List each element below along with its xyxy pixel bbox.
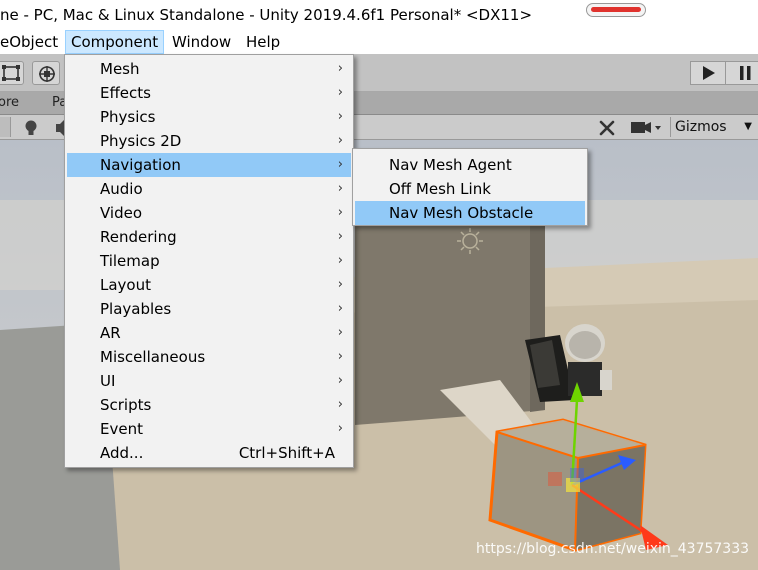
play-icon xyxy=(703,66,715,80)
pause-icon xyxy=(740,66,751,80)
submenu-item-nav-mesh-agent[interactable]: Nav Mesh Agent xyxy=(355,153,585,177)
chevron-right-icon: › xyxy=(337,373,343,388)
window-title: ne - PC, Mac & Linux Standalone - Unity … xyxy=(0,6,533,24)
pause-button[interactable] xyxy=(726,62,758,84)
chevron-right-icon: › xyxy=(337,181,343,196)
tab-store[interactable]: ore xyxy=(0,95,19,110)
submenu-item-label: Off Mesh Link xyxy=(389,180,491,198)
menu-item-physics-2d[interactable]: Physics 2D › xyxy=(67,129,351,153)
submenu-item-label: Nav Mesh Agent xyxy=(389,156,512,174)
menu-gameobject[interactable]: eObject xyxy=(0,30,63,54)
menu-item-add[interactable]: Add... Ctrl+Shift+A xyxy=(67,441,351,465)
menu-item-label: AR xyxy=(100,324,121,342)
menu-item-physics[interactable]: Physics › xyxy=(67,105,351,129)
menu-item-playables[interactable]: Playables › xyxy=(67,297,351,321)
chevron-right-icon: › xyxy=(337,205,343,220)
menu-item-label: Video xyxy=(100,204,143,222)
menu-item-label: Event xyxy=(100,420,143,438)
navigation-submenu: Nav Mesh Agent Off Mesh Link Nav Mesh Obst… xyxy=(352,148,588,226)
menu-item-label: Rendering xyxy=(100,228,177,246)
menu-item-scripts[interactable]: Scripts › xyxy=(67,393,351,417)
gizmos-dropdown[interactable]: Gizmos ▼ xyxy=(670,117,756,137)
transform-tool-button[interactable] xyxy=(32,61,60,85)
submenu-item-off-mesh-link[interactable]: Off Mesh Link xyxy=(355,177,585,201)
menu-item-label: Scripts xyxy=(100,396,152,414)
menu-item-label: Effects xyxy=(100,84,151,102)
menu-item-ar[interactable]: AR › xyxy=(67,321,351,345)
chevron-right-icon: › xyxy=(337,85,343,100)
menu-item-layout[interactable]: Layout › xyxy=(67,273,351,297)
menu-item-audio[interactable]: Audio › xyxy=(67,177,351,201)
menu-item-event[interactable]: Event › xyxy=(67,417,351,441)
menu-item-label: Mesh xyxy=(100,60,140,78)
lighting-toggle-icon[interactable] xyxy=(23,119,39,137)
chevron-right-icon: › xyxy=(337,61,343,76)
play-button[interactable] xyxy=(691,62,726,84)
menu-item-mesh[interactable]: Mesh › xyxy=(67,57,351,81)
menu-item-ui[interactable]: UI › xyxy=(67,369,351,393)
rect-tool-button[interactable] xyxy=(0,61,24,85)
camera-dropdown-icon[interactable] xyxy=(630,119,662,137)
component-menu: Mesh › Effects › Physics › Physics 2D › Navigati… xyxy=(64,54,354,468)
menu-item-label: Layout xyxy=(100,276,151,294)
menu-item-rendering[interactable]: Rendering › xyxy=(67,225,351,249)
submenu-item-label: Nav Mesh Obstacle xyxy=(389,204,534,222)
menu-item-miscellaneous[interactable]: Miscellaneous › xyxy=(67,345,351,369)
gizmos-label: Gizmos xyxy=(675,119,727,135)
chevron-right-icon: › xyxy=(337,397,343,412)
scene-left-box[interactable] xyxy=(0,117,11,137)
menu-item-shortcut: Ctrl+Shift+A xyxy=(238,444,335,462)
chevron-right-icon: › xyxy=(337,349,343,364)
submenu-item-nav-mesh-obstacle[interactable]: Nav Mesh Obstacle xyxy=(355,201,585,225)
chevron-right-icon: › xyxy=(337,421,343,436)
chevron-right-icon: › xyxy=(337,253,343,268)
chevron-right-icon: › xyxy=(337,133,343,148)
transform-tool-icon xyxy=(39,66,55,82)
menu-window[interactable]: Window xyxy=(167,30,236,54)
menu-item-effects[interactable]: Effects › xyxy=(67,81,351,105)
menu-item-label: UI xyxy=(100,372,116,390)
chevron-right-icon: › xyxy=(337,229,343,244)
menu-bar: eObject Component Window Help xyxy=(0,30,758,54)
title-bar: ne - PC, Mac & Linux Standalone - Unity … xyxy=(0,0,758,30)
audio-toggle-icon[interactable] xyxy=(56,120,64,136)
menu-item-label: Tilemap xyxy=(100,252,160,270)
chevron-right-icon: › xyxy=(337,109,343,124)
chevron-down-icon: ▼ xyxy=(744,121,752,132)
menu-help[interactable]: Help xyxy=(241,30,285,54)
menu-item-label: Playables xyxy=(100,300,172,318)
menu-item-label: Physics 2D xyxy=(100,132,182,150)
chevron-right-icon: › xyxy=(337,325,343,340)
rect-tool-icon xyxy=(2,65,20,81)
menu-item-label: Navigation xyxy=(100,156,181,174)
tools-icon[interactable] xyxy=(598,119,618,137)
menu-item-label: Physics xyxy=(100,108,156,126)
menu-item-label: Add... xyxy=(100,444,144,462)
chevron-right-icon: › xyxy=(337,301,343,316)
menu-item-navigation[interactable]: Navigation › xyxy=(67,153,351,177)
menu-item-label: Audio xyxy=(100,180,143,198)
play-controls xyxy=(690,61,758,85)
chevron-right-icon: › xyxy=(337,157,343,172)
window-control-icon[interactable] xyxy=(586,3,646,17)
menu-item-label: Miscellaneous xyxy=(100,348,206,366)
menu-item-video[interactable]: Video › xyxy=(67,201,351,225)
chevron-right-icon: › xyxy=(337,277,343,292)
watermark: https://blog.csdn.net/weixin_43757333 xyxy=(476,541,750,557)
menu-component[interactable]: Component xyxy=(65,30,164,54)
menu-item-tilemap[interactable]: Tilemap › xyxy=(67,249,351,273)
